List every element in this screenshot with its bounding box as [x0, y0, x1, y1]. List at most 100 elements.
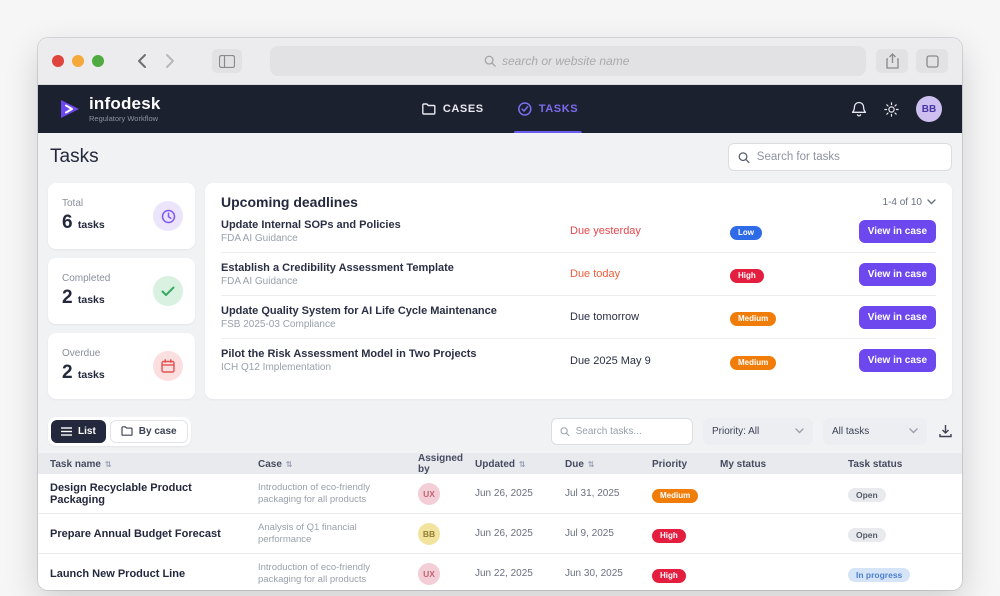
- window-controls: [52, 55, 104, 67]
- settings-gear-icon[interactable]: [883, 101, 900, 118]
- zoom-window-button[interactable]: [92, 55, 104, 67]
- deadline-case-name: FDA AI Guidance: [221, 233, 570, 244]
- table-header-row: Task name⇅ Case⇅ Assigned by Updated⇅ Du…: [38, 453, 962, 474]
- deadline-row: Update Internal SOPs and Policies FDA AI…: [221, 210, 936, 253]
- table-row[interactable]: Design Recyclable Product Packaging Intr…: [38, 474, 962, 514]
- chevron-down-icon: [795, 428, 804, 434]
- user-avatar[interactable]: BB: [916, 96, 942, 122]
- table-search-input[interactable]: [576, 426, 684, 437]
- deadline-due-text: Due yesterday: [570, 225, 730, 237]
- deadline-row: Establish a Credibility Assessment Templ…: [221, 253, 936, 296]
- cell-updated: Jun 22, 2025: [463, 568, 553, 579]
- cell-updated: Jun 26, 2025: [463, 528, 553, 539]
- clock-icon: [153, 201, 183, 231]
- cell-case: Analysis of Q1 financial performance: [246, 522, 406, 546]
- upcoming-deadlines-panel: Upcoming deadlines 1-4 of 10 Update Inte…: [205, 183, 952, 399]
- search-icon: [560, 426, 570, 437]
- priority-badge: High: [730, 269, 764, 283]
- table-row[interactable]: Prepare Annual Budget Forecast Analysis …: [38, 514, 962, 554]
- priority-badge: Medium: [730, 312, 776, 326]
- minimize-window-button[interactable]: [72, 55, 84, 67]
- forward-icon[interactable]: [165, 53, 176, 69]
- deadline-due-text: Due tomorrow: [570, 311, 730, 323]
- tasks-filter-value: All tasks: [832, 426, 891, 437]
- deadline-row: Pilot the Risk Assessment Model in Two P…: [221, 339, 936, 382]
- view-bycase-label: By case: [139, 426, 177, 437]
- view-bycase-button[interactable]: By case: [110, 420, 188, 443]
- table-search-box[interactable]: [551, 418, 693, 445]
- back-icon[interactable]: [136, 53, 147, 69]
- cell-task-name: Launch New Product Line: [38, 568, 246, 580]
- chevron-down-icon: [927, 199, 936, 205]
- deadline-case-name: FDA AI Guidance: [221, 276, 570, 287]
- search-icon: [738, 151, 750, 164]
- cell-task-name: Design Recyclable Product Packaging: [38, 482, 246, 506]
- download-icon: [939, 424, 952, 438]
- sort-icon: ⇅: [105, 460, 112, 469]
- brand-tagline: Regulatory Workflow: [89, 114, 161, 123]
- assigned-by-avatar: BB: [418, 523, 440, 545]
- task-status-badge: Open: [848, 488, 886, 503]
- view-list-button[interactable]: List: [51, 420, 106, 443]
- folder-icon: [422, 103, 436, 115]
- list-toolbar: List By case Priority: All All tasks: [48, 417, 952, 445]
- assigned-by-avatar: UX: [418, 563, 440, 585]
- priority-filter-dropdown[interactable]: Priority: All: [703, 418, 813, 445]
- folder-icon: [121, 426, 133, 436]
- tab-cases[interactable]: CASES: [422, 85, 484, 133]
- stat-label: Total: [62, 198, 105, 209]
- view-in-case-button[interactable]: View in case: [859, 306, 936, 329]
- deadline-case-name: FSB 2025-03 Compliance: [221, 319, 570, 330]
- tab-tasks-label: TASKS: [539, 103, 578, 115]
- deadline-task-name: Update Internal SOPs and Policies: [221, 219, 570, 231]
- col-case[interactable]: Case⇅: [246, 459, 406, 470]
- share-button[interactable]: [876, 49, 908, 73]
- col-due[interactable]: Due⇅: [553, 459, 640, 470]
- view-switcher: List By case: [48, 417, 191, 446]
- table-row[interactable]: Launch New Product Line Introduction of …: [38, 554, 962, 590]
- deadlines-pagination[interactable]: 1-4 of 10: [883, 197, 936, 208]
- col-assigned-by: Assigned by: [406, 453, 463, 475]
- task-status-badge: In progress: [848, 568, 910, 583]
- sort-icon: ⇅: [286, 460, 293, 469]
- page-title: Tasks: [50, 146, 99, 168]
- notifications-bell-icon[interactable]: [851, 101, 867, 118]
- priority-badge: Low: [730, 226, 762, 240]
- address-bar[interactable]: [270, 46, 866, 76]
- tasks-search-box[interactable]: [728, 143, 952, 171]
- col-task-name[interactable]: Task name⇅: [38, 459, 246, 470]
- new-tab-button[interactable]: [916, 49, 948, 73]
- tasks-filter-dropdown[interactable]: All tasks: [823, 418, 927, 445]
- deadline-task-name: Update Quality System for AI Life Cycle …: [221, 305, 570, 317]
- tasks-search-input[interactable]: [757, 151, 942, 163]
- tab-tasks[interactable]: TASKS: [518, 85, 578, 133]
- pagination-label: 1-4 of 10: [883, 197, 922, 208]
- deadline-row: Update Quality System for AI Life Cycle …: [221, 296, 936, 339]
- calendar-icon: [153, 351, 183, 381]
- cell-due: Jul 9, 2025: [553, 528, 640, 539]
- download-button[interactable]: [939, 424, 952, 438]
- browser-window: infodesk Regulatory Workflow CASES TASKS…: [38, 38, 962, 590]
- view-in-case-button[interactable]: View in case: [859, 263, 936, 286]
- priority-badge: Medium: [652, 489, 698, 503]
- stat-card: Total 6 tasks: [48, 183, 195, 249]
- cell-case: Introduction of eco-friendly packaging f…: [246, 482, 406, 506]
- address-input[interactable]: [502, 54, 652, 68]
- priority-badge: High: [652, 529, 686, 543]
- sort-icon: ⇅: [519, 460, 526, 469]
- tasks-table: Task name⇅ Case⇅ Assigned by Updated⇅ Du…: [38, 453, 962, 590]
- tasks-page: Tasks Total 6 tasks Completed 2 tasks Ov…: [38, 133, 962, 590]
- view-in-case-button[interactable]: View in case: [859, 349, 936, 372]
- stat-value: 2 tasks: [62, 362, 105, 384]
- check-icon: [153, 276, 183, 306]
- brand-logo[interactable]: infodesk Regulatory Workflow: [58, 95, 161, 123]
- deadline-task-name: Pilot the Risk Assessment Model in Two P…: [221, 348, 570, 360]
- stat-card: Overdue 2 tasks: [48, 333, 195, 399]
- stat-label: Completed: [62, 273, 110, 284]
- view-in-case-button[interactable]: View in case: [859, 220, 936, 243]
- stat-value: 6 tasks: [62, 212, 105, 234]
- col-updated[interactable]: Updated⇅: [463, 459, 553, 470]
- col-task-status: Task status: [836, 459, 962, 470]
- close-window-button[interactable]: [52, 55, 64, 67]
- sidebar-toggle-button[interactable]: [212, 49, 242, 73]
